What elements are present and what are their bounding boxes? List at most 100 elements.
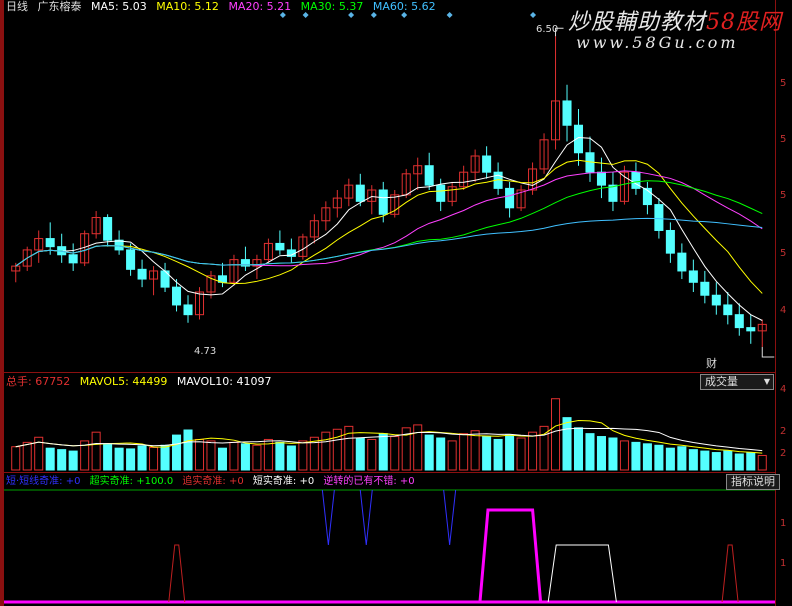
ma5-line: [15, 137, 763, 321]
volume-bar: [493, 438, 503, 471]
volume-bar: [240, 443, 250, 471]
indicator-signal-blue: [321, 489, 335, 546]
total-volume-readout: 总手: 67752: [6, 375, 71, 388]
watermark-url: www.58Gu.com: [576, 33, 739, 52]
ma60-readout: MA60: 5.62: [372, 0, 436, 13]
volume-bar: [126, 448, 136, 471]
candle-body: [424, 165, 434, 186]
candle-body: [482, 155, 492, 173]
ind-readout-c: 追实奇准: +0: [182, 476, 244, 487]
volume-bar: [619, 440, 629, 471]
volume-bar: [103, 444, 113, 471]
volume-bar: [482, 436, 492, 471]
indicator-signal-magenta: [478, 508, 543, 603]
candle-body: [378, 189, 388, 215]
volume-bar: [321, 431, 331, 471]
volume-bar: [172, 434, 182, 471]
left-axis-bar: [0, 0, 4, 606]
volume-bar: [654, 444, 664, 471]
main-pane-header: 日线 广东榕泰 MA5: 5.03 MA10: 5.12 MA20: 5.21 …: [6, 0, 442, 14]
candle-body: [665, 229, 675, 254]
price-tick-2: 5: [780, 134, 787, 145]
candle-body: [505, 187, 515, 209]
volume-bar: [57, 449, 67, 471]
volume-bar: [436, 437, 446, 471]
vol-tick-3: 2: [780, 448, 787, 459]
price-tick-4: 5: [780, 248, 787, 259]
signal-diamond-icon: [530, 12, 537, 18]
volume-bar: [505, 434, 515, 471]
volume-bar: [723, 450, 733, 471]
candle-body: [700, 281, 710, 296]
volume-bar: [298, 440, 308, 471]
volume-bar: [149, 446, 159, 471]
mavol10-readout: MAVOL10: 41097: [176, 375, 272, 388]
low-marker: [761, 347, 775, 358]
candle-body: [68, 254, 78, 264]
candle-body: [126, 249, 136, 270]
volume-bar: [551, 398, 561, 471]
volume-bar: [470, 430, 480, 471]
price-tick-3: 5: [780, 190, 787, 201]
low-price-label: 4.73: [194, 346, 217, 357]
candle-body: [183, 304, 193, 316]
vol-tick-1: 4: [780, 384, 787, 395]
price-tick-1: 5: [780, 78, 787, 89]
candle-body: [596, 171, 606, 186]
high-price-label: 6.50: [536, 24, 559, 35]
indicator-pane-header: 短·短线奇准: +0 超实奇准: +100.0 追实奇准: +0 短实奇准: +…: [6, 475, 421, 489]
candle-body: [723, 304, 733, 316]
candle-body: [562, 100, 572, 126]
volume-bar: [68, 450, 78, 471]
ind-readout-b: 超实奇准: +100.0: [89, 476, 174, 487]
volume-bar: [700, 450, 710, 471]
candle-body: [734, 314, 744, 329]
volume-bar: [562, 417, 572, 471]
indicator-signal-white: [547, 544, 617, 603]
volume-bar: [378, 433, 388, 471]
indicator-signal-red: [721, 544, 739, 603]
candle-body: [654, 204, 664, 231]
candle-body: [608, 184, 618, 202]
pane-separator-volume: [0, 372, 775, 373]
volume-bar: [183, 429, 193, 471]
volume-indicator-select[interactable]: 成交量 ▼: [700, 374, 774, 390]
volume-bar: [608, 437, 618, 471]
candle-body: [746, 327, 756, 332]
finance-button[interactable]: 财: [706, 357, 717, 371]
ma20-readout: MA20: 5.21: [228, 0, 292, 13]
volume-bar: [275, 441, 285, 471]
pane-separator-indicator: [0, 472, 775, 473]
volume-bar: [206, 440, 216, 471]
volume-bar: [516, 437, 526, 471]
period-label[interactable]: 日线: [6, 0, 28, 13]
volume-bar: [45, 447, 55, 471]
ma10-readout: MA10: 5.12: [156, 0, 219, 13]
volume-bar: [217, 447, 227, 471]
volume-bar: [596, 436, 606, 471]
volume-bar: [677, 446, 687, 471]
volume-bar: [585, 433, 595, 471]
candle-body: [677, 252, 687, 272]
volume-bar: [734, 453, 744, 471]
stock-name: 广东榕泰: [37, 0, 82, 13]
volume-bar: [711, 452, 721, 471]
volume-bar: [367, 438, 377, 471]
indicator-help-button[interactable]: 指标说明: [726, 474, 780, 490]
candle-body: [275, 242, 285, 251]
indicator-signal-blue: [443, 489, 457, 546]
dropdown-arrow-icon: ▼: [763, 377, 770, 386]
volume-bar: [573, 427, 584, 471]
volume-bar: [91, 431, 101, 471]
volume-bar: [11, 446, 21, 471]
volume-bar: [642, 443, 652, 471]
volume-bar: [757, 454, 767, 471]
ind-tick-2: 1: [780, 558, 787, 569]
candle-body: [137, 268, 147, 280]
ind-tick-1: 1: [780, 518, 787, 529]
ind-readout-e: 逆转的已有不错: +0: [323, 476, 415, 487]
volume-bar: [413, 424, 423, 471]
volume-bar: [194, 438, 205, 471]
volume-bar: [355, 437, 365, 471]
stock-chart-canvas[interactable]: [0, 0, 792, 606]
